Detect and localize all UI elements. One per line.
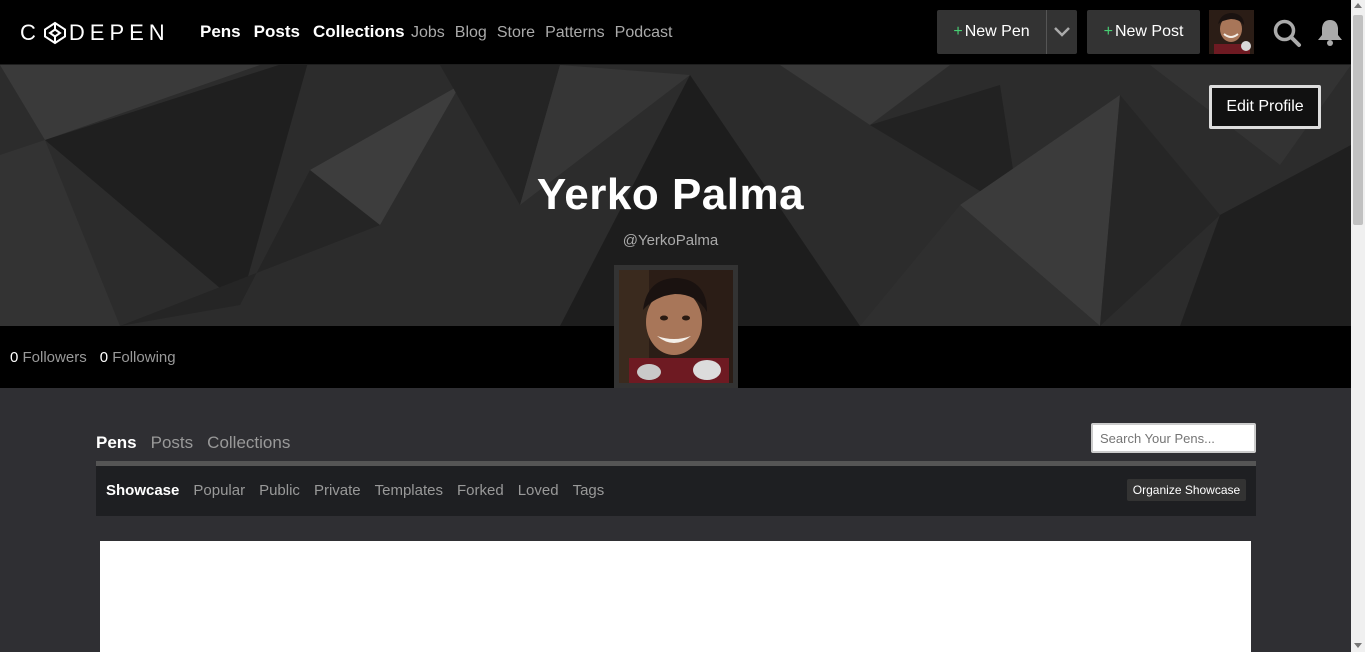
tab-posts[interactable]: Posts bbox=[151, 433, 194, 453]
secondary-nav: Jobs Blog Store Patterns Podcast bbox=[411, 24, 672, 42]
main-nav: Pens Posts Collections bbox=[200, 22, 405, 42]
search-icon[interactable] bbox=[1272, 18, 1302, 48]
tab-pens[interactable]: Pens bbox=[96, 433, 137, 453]
followers-count: 0 bbox=[10, 349, 19, 366]
nav-posts[interactable]: Posts bbox=[254, 22, 300, 42]
profile-name: Yerko Palma bbox=[536, 170, 805, 219]
filter-popular[interactable]: Popular bbox=[193, 482, 245, 499]
scroll-up-arrow-icon[interactable] bbox=[1354, 3, 1362, 8]
profile-photo bbox=[619, 270, 733, 383]
filter-loved[interactable]: Loved bbox=[518, 482, 559, 499]
following-label: Following bbox=[112, 349, 176, 366]
scroll-down-arrow-icon[interactable] bbox=[1354, 643, 1362, 648]
edit-profile-button[interactable]: Edit Profile bbox=[1209, 85, 1321, 129]
filter-forked[interactable]: Forked bbox=[457, 482, 504, 499]
showcase-panel bbox=[100, 541, 1251, 652]
filter-showcase[interactable]: Showcase bbox=[106, 482, 179, 499]
new-pen-button[interactable]: + New Pen bbox=[937, 10, 1046, 54]
nav-pens[interactable]: Pens bbox=[200, 22, 241, 42]
nav-store[interactable]: Store bbox=[497, 24, 535, 42]
plus-icon: + bbox=[1103, 23, 1113, 40]
followers-label: Followers bbox=[22, 349, 87, 366]
profile-avatar-frame bbox=[619, 270, 733, 383]
follow-stats: 0 Followers 0 Following bbox=[10, 349, 176, 366]
nav-patterns[interactable]: Patterns bbox=[545, 24, 605, 42]
logo-text: C bbox=[20, 20, 41, 45]
new-pen-group: + New Pen bbox=[937, 10, 1077, 54]
nav-jobs[interactable]: Jobs bbox=[411, 24, 445, 42]
new-post-label: New Post bbox=[1114, 23, 1184, 40]
nav-podcast[interactable]: Podcast bbox=[615, 24, 673, 42]
logo-text-rest: DEPEN bbox=[68, 20, 170, 45]
chevron-down-icon bbox=[1054, 27, 1070, 37]
nav-collections[interactable]: Collections bbox=[313, 22, 405, 42]
pen-filters: Showcase Popular Public Private Template… bbox=[106, 482, 604, 499]
organize-showcase-button[interactable]: Organize Showcase bbox=[1127, 479, 1246, 501]
scrollbar-thumb[interactable] bbox=[1353, 15, 1363, 225]
following-link[interactable]: 0 Following bbox=[100, 349, 176, 366]
content-tabs: Pens Posts Collections bbox=[96, 433, 290, 453]
codepen-logo[interactable]: C DEPEN bbox=[20, 20, 170, 46]
user-avatar[interactable] bbox=[1209, 10, 1254, 54]
new-post-button[interactable]: + New Post bbox=[1087, 10, 1200, 54]
new-pen-dropdown-button[interactable] bbox=[1046, 10, 1077, 54]
filter-public[interactable]: Public bbox=[259, 482, 300, 499]
tab-collections[interactable]: Collections bbox=[207, 433, 290, 453]
followers-link[interactable]: 0 Followers bbox=[10, 349, 87, 366]
filter-private[interactable]: Private bbox=[314, 482, 361, 499]
following-count: 0 bbox=[99, 349, 109, 366]
search-pens-input[interactable] bbox=[1091, 423, 1256, 453]
plus-icon: + bbox=[953, 23, 963, 40]
notifications-bell-icon[interactable] bbox=[1317, 17, 1343, 47]
nav-blog[interactable]: Blog bbox=[455, 24, 487, 42]
profile-avatar bbox=[614, 265, 738, 388]
filter-tags[interactable]: Tags bbox=[573, 482, 605, 499]
avatar-photo bbox=[1209, 10, 1254, 54]
codepen-cube-icon bbox=[43, 21, 66, 45]
filter-templates[interactable]: Templates bbox=[375, 482, 443, 499]
new-pen-label: New Pen bbox=[964, 23, 1030, 40]
profile-handle[interactable]: @YerkoPalma bbox=[0, 232, 1341, 249]
